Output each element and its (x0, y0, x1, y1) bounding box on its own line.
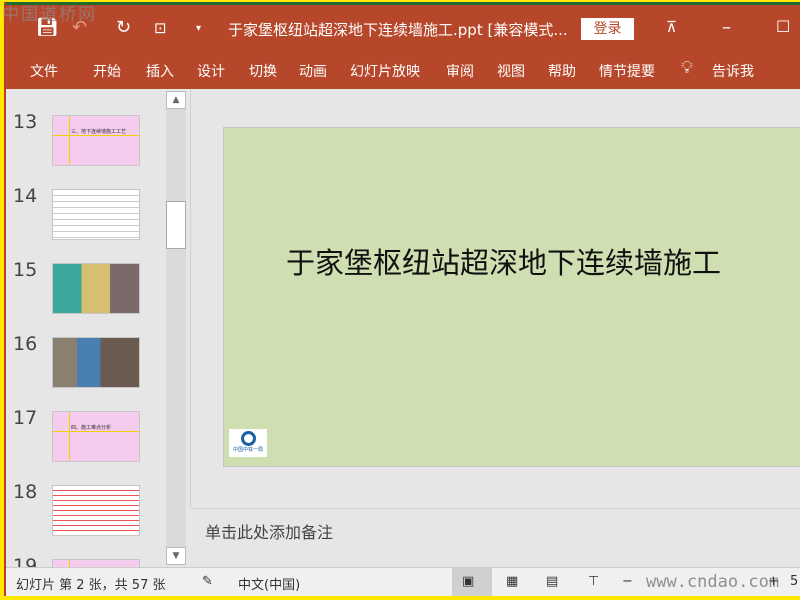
tab-file[interactable]: 文件 (30, 61, 58, 81)
tab-animations[interactable]: 动画 (299, 61, 327, 81)
redo-icon[interactable]: ↻ (116, 17, 131, 38)
slide-thumbnail-19[interactable] (52, 559, 140, 567)
present-from-start-icon[interactable]: ⊡ (154, 19, 167, 37)
slideshow-icon[interactable]: ⊤ (588, 574, 599, 589)
lightbulb-icon: 💡︎ (681, 58, 693, 78)
slide-thumbnail-17[interactable]: 四、施工难点分析 (52, 411, 140, 462)
slide-editor: 于家堡枢纽站超深地下连续墙施工 中国中铁一局 (190, 89, 800, 507)
slide-thumbnail-18[interactable] (52, 485, 140, 536)
slide-title[interactable]: 于家堡枢纽站超深地下连续墙施工 (286, 240, 721, 282)
tab-insert[interactable]: 插入 (146, 61, 174, 81)
slide-number: 15 (13, 259, 38, 281)
tab-view[interactable]: 视图 (497, 61, 525, 81)
slide-number: 14 (13, 185, 38, 207)
notes-placeholder[interactable]: 单击此处添加备注 (205, 519, 333, 543)
slide-number: 17 (13, 407, 38, 429)
language-indicator[interactable]: 中文(中国) (238, 574, 300, 593)
scrollbar-thumb[interactable] (166, 201, 186, 249)
tab-transitions[interactable]: 切换 (249, 61, 277, 81)
slide-thumbnail-panel: 13 三、地下连续墙施工工艺 14 15 16 17 四、施工难点分析 18 1… (6, 89, 188, 567)
tab-design[interactable]: 设计 (197, 61, 225, 81)
tab-home[interactable]: 开始 (93, 61, 121, 81)
company-logo: 中国中铁一局 (229, 429, 267, 457)
scroll-up-icon[interactable]: ▲ (166, 91, 186, 109)
minimize-icon[interactable]: – (722, 17, 731, 38)
scroll-down-icon[interactable]: ▼ (166, 547, 186, 565)
slide-thumbnail-13[interactable]: 三、地下连续墙施工工艺 (52, 115, 140, 166)
title-bar: 💾︎ ↶ ↻ ⊡ ▾ 于家堡枢纽站超深地下连续墙施工.ppt [兼容模式... … (6, 5, 800, 49)
slide-sorter-icon[interactable]: ▦ (506, 574, 518, 589)
watermark-url: www.cndao.com (646, 572, 780, 592)
notes-pane[interactable]: 单击此处添加备注 (190, 508, 800, 567)
thumbnail-title: 四、施工难点分析 (71, 425, 112, 431)
thumbnail-scrollbar[interactable]: ▲ ▼ (166, 91, 186, 565)
zoom-in-icon[interactable]: + (768, 574, 779, 589)
tab-review[interactable]: 审阅 (446, 61, 474, 81)
tab-help[interactable]: 帮助 (548, 61, 576, 81)
window-title: 于家堡枢纽站超深地下连续墙施工.ppt [兼容模式... (228, 21, 568, 39)
normal-view-icon[interactable]: ▣ (462, 574, 474, 589)
watermark: 中国道桥网 (2, 5, 97, 25)
slide-number: 18 (13, 481, 38, 503)
slide-number: 19 (13, 555, 38, 567)
ribbon-tabs: 文件 开始 插入 设计 切换 动画 幻灯片放映 审阅 视图 帮助 情节提要 💡︎… (6, 49, 800, 89)
zoom-level[interactable]: 5 (790, 574, 798, 589)
ribbon-display-icon[interactable]: ⊼ (666, 18, 677, 36)
status-bar: 幻灯片 第 2 张，共 57 张 ✎ 中文(中国) ▣ ▦ ▤ ⊤ − www.… (6, 567, 800, 596)
current-slide[interactable]: 于家堡枢纽站超深地下连续墙施工 中国中铁一局 (223, 127, 800, 467)
tab-storyboard[interactable]: 情节提要 (599, 61, 655, 81)
slide-number: 13 (13, 111, 38, 133)
maximize-icon[interactable]: ☐ (776, 17, 790, 36)
slide-thumbnail-16[interactable] (52, 337, 140, 388)
tab-slideshow[interactable]: 幻灯片放映 (350, 61, 420, 81)
slide-thumbnail-14[interactable] (52, 189, 140, 240)
tell-me-search[interactable]: 告诉我 (712, 61, 754, 81)
powerpoint-window: 💾︎ ↶ ↻ ⊡ ▾ 于家堡枢纽站超深地下连续墙施工.ppt [兼容模式... … (4, 2, 800, 596)
thumbnail-title: 三、地下连续墙施工工艺 (71, 129, 127, 135)
slide-count: 幻灯片 第 2 张，共 57 张 (16, 578, 166, 593)
zoom-out-icon[interactable]: − (622, 574, 633, 589)
slide-thumbnail-15[interactable] (52, 263, 140, 314)
reading-view-icon[interactable]: ▤ (546, 574, 558, 589)
login-button[interactable]: 登录 (581, 18, 634, 40)
customize-qat-icon[interactable]: ▾ (196, 23, 201, 34)
slide-number: 16 (13, 333, 38, 355)
spell-check-icon[interactable]: ✎ (202, 574, 213, 589)
